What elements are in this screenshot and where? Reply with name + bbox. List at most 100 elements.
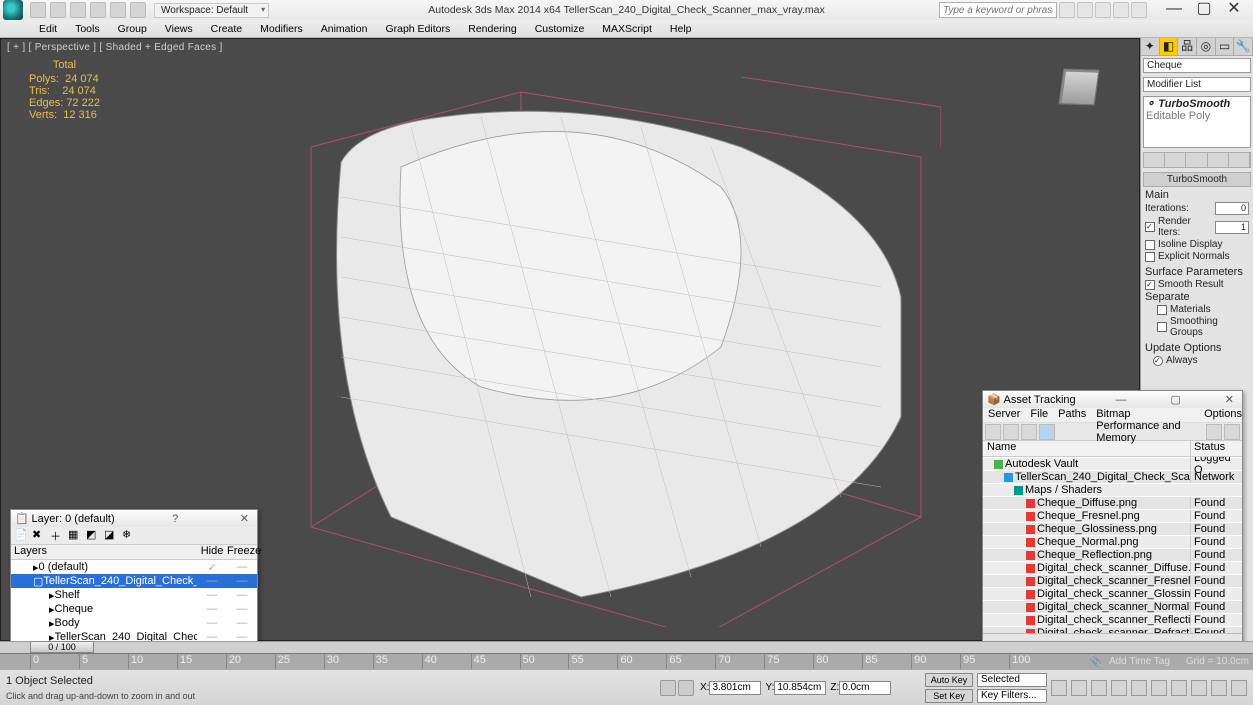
workspace-dropdown[interactable]: Workspace: Default (154, 3, 269, 18)
asset-row[interactable]: Digital_check_scanner_Normal.pngFound (983, 600, 1242, 613)
add-time-tag-icon[interactable]: 📎 (1089, 655, 1103, 668)
autokey-button[interactable]: Auto Key (925, 673, 973, 687)
coord-z-field[interactable] (839, 681, 891, 695)
asset-tracking-dialog[interactable]: 📦 Asset Tracking — ▢ ✕ Server File Paths Bi… (982, 390, 1243, 641)
asset-row[interactable]: Digital_check_scanner_Refraction.pngFoun… (983, 626, 1242, 633)
viewport-nav-orbit-icon[interactable] (1211, 680, 1227, 696)
asset-dialog-minimize-icon[interactable]: — (1112, 394, 1131, 406)
layer-col-name[interactable]: Layers (14, 545, 197, 559)
asset-tree-icon[interactable] (1003, 424, 1019, 440)
asset-row[interactable]: Digital_check_scanner_Glossiness.pngFoun… (983, 587, 1242, 600)
window-minimize-icon[interactable]: — (1159, 0, 1189, 20)
qat-undo-icon[interactable] (90, 2, 106, 18)
layer-row[interactable]: ▸ Body—— (11, 616, 257, 630)
menu-customize[interactable]: Customize (526, 23, 594, 35)
viewport-nav-max-icon[interactable] (1231, 680, 1247, 696)
play-icon[interactable] (1091, 680, 1107, 696)
menu-animation[interactable]: Animation (312, 23, 377, 35)
layer-freeze-icon[interactable]: ❄ (122, 528, 138, 544)
tab-hierarchy-icon[interactable]: 品 (1178, 38, 1197, 55)
menu-views[interactable]: Views (156, 23, 202, 35)
asset-row[interactable]: Cheque_Diffuse.pngFound (983, 496, 1242, 509)
asset-refresh-icon[interactable] (985, 424, 1001, 440)
asset-row[interactable]: Cheque_Normal.pngFound (983, 535, 1242, 548)
qat-new-icon[interactable] (30, 2, 46, 18)
qat-link-icon[interactable] (130, 2, 146, 18)
asset-dialog-close-icon[interactable]: ✕ (1221, 393, 1238, 406)
make-unique-icon[interactable] (1186, 153, 1207, 167)
asset-row[interactable]: Cheque_Fresnel.pngFound (983, 509, 1242, 522)
object-name-field[interactable]: Cheque (1143, 58, 1251, 73)
modifier-editable-poly[interactable]: Editable Poly (1144, 110, 1250, 122)
menu-modifiers[interactable]: Modifiers (251, 23, 312, 35)
asset-list-icon[interactable] (1021, 424, 1037, 440)
layer-list[interactable]: ▸ 0 (default)✓—▢ TellerScan_240_Digital_… (11, 560, 257, 641)
coord-x-field[interactable] (709, 681, 761, 695)
menu-maxscript[interactable]: MAXScript (593, 23, 661, 35)
pin-stack-icon[interactable] (1144, 153, 1165, 167)
render-iters-spinner[interactable]: 1 (1215, 221, 1249, 234)
help-icon[interactable] (1131, 2, 1147, 18)
viewcube[interactable] (1049, 57, 1109, 117)
goto-end-icon[interactable] (1131, 680, 1147, 696)
render-iters-check[interactable] (1145, 222, 1155, 232)
qat-open-icon[interactable] (50, 2, 66, 18)
modifier-turbosmooth[interactable]: ⚬ TurboSmooth (1144, 97, 1250, 110)
modifier-list-dropdown[interactable]: Modifier List (1143, 77, 1251, 92)
asset-dialog-title[interactable]: 📦 Asset Tracking — ▢ ✕ (983, 391, 1242, 408)
modifier-stack[interactable]: ⚬ TurboSmooth Editable Poly (1143, 96, 1251, 148)
menu-edit[interactable]: Edit (30, 23, 66, 35)
asset-menu-bitmap-performance-and-memory[interactable]: Bitmap Performance and Memory (1096, 408, 1194, 422)
smooth-result-check[interactable] (1145, 280, 1155, 290)
asset-row[interactable]: Digital_check_scanner_Diffuse.pngFound (983, 561, 1242, 574)
sep-materials-check[interactable] (1157, 305, 1167, 315)
asset-row[interactable]: Cheque_Glossiness.pngFound (983, 522, 1242, 535)
add-time-tag-label[interactable]: Add Time Tag (1109, 656, 1170, 667)
explicit-normals-check[interactable] (1145, 252, 1155, 262)
update-always-radio[interactable] (1153, 356, 1163, 366)
asset-row[interactable]: Digital_check_scanner_Reflection.pngFoun… (983, 613, 1242, 626)
layer-row[interactable]: ▸ 0 (default)✓— (11, 560, 257, 574)
layer-dialog-title[interactable]: 📋 Layer: 0 (default) ? ✕ (11, 510, 257, 527)
layer-row[interactable]: ▸ Shelf—— (11, 588, 257, 602)
setkey-button[interactable]: Set Key (925, 689, 973, 703)
asset-col-status[interactable]: Status (1190, 441, 1242, 456)
viewport-nav-zoom-icon[interactable] (1191, 680, 1207, 696)
asset-menu-file[interactable]: File (1030, 408, 1048, 422)
layer-col-freeze[interactable]: Freeze (227, 545, 257, 559)
show-end-result-icon[interactable] (1165, 153, 1186, 167)
menu-create[interactable]: Create (202, 23, 252, 35)
asset-row[interactable]: Autodesk VaultLogged O (983, 457, 1242, 470)
rollout-turbosmooth[interactable]: TurboSmooth (1143, 172, 1251, 187)
asset-menu-options[interactable]: Options (1204, 408, 1242, 422)
goto-start-icon[interactable] (1051, 680, 1067, 696)
tab-display-icon[interactable]: ▭ (1216, 38, 1235, 55)
coord-y-field[interactable] (774, 681, 826, 695)
layer-new-icon[interactable]: 📄 (14, 528, 30, 544)
iterations-spinner[interactable]: 0 (1215, 202, 1249, 215)
layer-add-icon[interactable]: ＋ (50, 528, 66, 544)
layer-dialog-help-icon[interactable]: ? (168, 513, 182, 525)
layer-hide-icon[interactable]: ◪ (104, 528, 120, 544)
menu-help[interactable]: Help (661, 23, 701, 35)
asset-menu-server[interactable]: Server (988, 408, 1020, 422)
key-filters-button[interactable]: Key Filters... (977, 689, 1047, 703)
time-config-icon[interactable] (1151, 680, 1167, 696)
layer-delete-icon[interactable]: ✖ (32, 528, 48, 544)
key-selection-filter[interactable]: Selected (977, 673, 1047, 687)
asset-row[interactable]: Digital_check_scanner_Fresnel.pngFound (983, 574, 1242, 587)
time-ruler[interactable]: 0510152025303540455055606570758085909510… (0, 653, 1253, 669)
tab-motion-icon[interactable]: ◎ (1197, 38, 1216, 55)
menu-tools[interactable]: Tools (66, 23, 109, 35)
layer-row[interactable]: ▢ TellerScan_240_Digital_Check_Scanner—— (11, 574, 257, 588)
prev-frame-icon[interactable] (1071, 680, 1087, 696)
asset-col-name[interactable]: Name (983, 441, 1190, 456)
window-maximize-icon[interactable]: ▢ (1189, 0, 1219, 20)
viewport-nav-pan-icon[interactable] (1171, 680, 1187, 696)
time-slider-track[interactable]: 0 / 100 (0, 641, 1253, 653)
asset-list[interactable]: Autodesk VaultLogged OTellerScan_240_Dig… (983, 457, 1242, 633)
layer-select-icon[interactable]: ▦ (68, 528, 84, 544)
tab-create-icon[interactable]: ✦ (1141, 38, 1160, 55)
asset-menu-paths[interactable]: Paths (1058, 408, 1086, 422)
asset-row[interactable]: Cheque_Reflection.pngFound (983, 548, 1242, 561)
